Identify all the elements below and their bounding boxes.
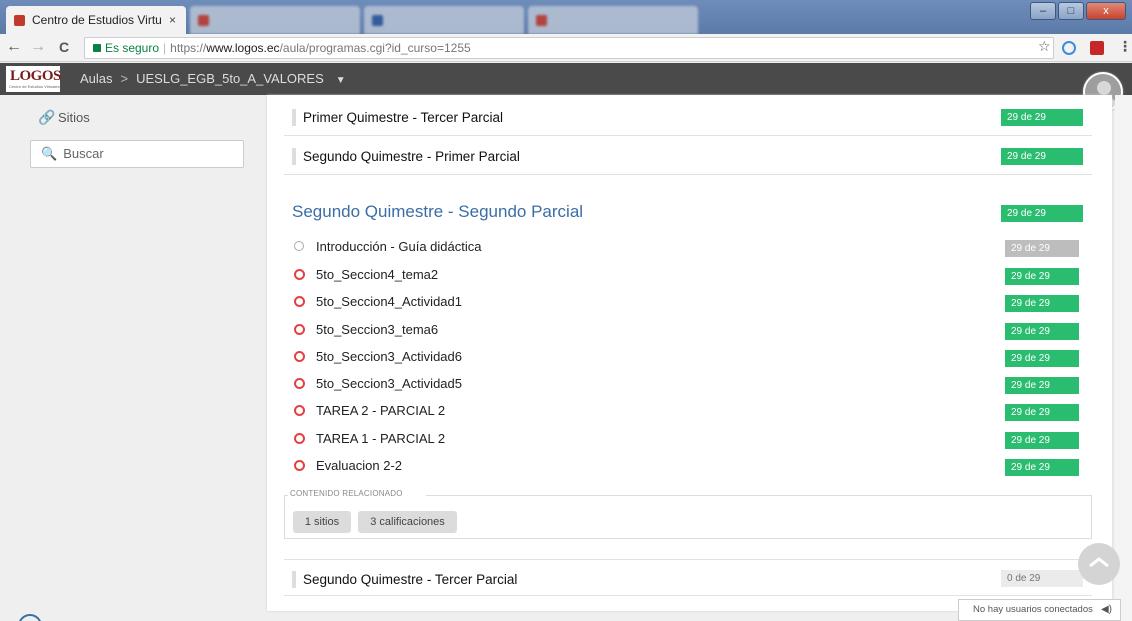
browser-tab[interactable] bbox=[190, 6, 360, 34]
circle-status-icon bbox=[294, 241, 304, 251]
circle-status-icon bbox=[294, 324, 305, 335]
progress-badge: 29 de 29 bbox=[1005, 459, 1079, 476]
speaker-icon[interactable]: ◀) bbox=[1101, 600, 1112, 620]
maximize-button[interactable]: □ bbox=[1058, 2, 1084, 20]
tab-close-icon[interactable]: × bbox=[169, 6, 176, 34]
favicon-icon bbox=[372, 15, 383, 26]
circle-status-icon bbox=[294, 269, 305, 280]
progress-badge: 0 de 29 bbox=[1001, 570, 1083, 587]
item-label[interactable]: Evaluacion 2-2 bbox=[316, 458, 402, 473]
browser-titlebar: Centro de Estudios Virtu × – □ x bbox=[0, 0, 1132, 34]
logo-text: LOGOS bbox=[10, 68, 61, 84]
circle-status-icon bbox=[294, 460, 305, 471]
progress-badge: 29 de 29 bbox=[1001, 109, 1083, 126]
browser-tab[interactable] bbox=[528, 6, 698, 34]
section-bar bbox=[292, 109, 296, 126]
url-scheme: https:// bbox=[170, 41, 207, 55]
circle-status-icon bbox=[294, 351, 305, 362]
favicon-icon bbox=[14, 15, 25, 26]
url-path: /aula/programas.cgi?id_curso=1255 bbox=[279, 41, 471, 55]
extension-icon[interactable] bbox=[1062, 41, 1076, 55]
forward-arrow-icon[interactable]: → bbox=[28, 38, 48, 56]
related-grades-button[interactable]: 3 calificaciones bbox=[358, 511, 457, 533]
logo[interactable]: LOGOS Centro de Estudios Virtuales bbox=[6, 66, 61, 92]
item-label[interactable]: 5to_Seccion3_Actividad6 bbox=[316, 349, 462, 364]
item-label[interactable]: 5to_Seccion4_tema2 bbox=[316, 267, 438, 282]
lock-icon bbox=[93, 44, 101, 52]
logo-subtitle: Centro de Estudios Virtuales bbox=[9, 84, 60, 89]
address-bar: ← → C Es seguro | https://www.logos.ec/aul… bbox=[0, 34, 1132, 62]
item-label[interactable]: Introducción - Guía didáctica bbox=[316, 239, 481, 254]
section-title[interactable]: Segundo Quimestre - Tercer Parcial bbox=[303, 572, 517, 587]
course-content-panel: Primer Quimestre - Tercer Parcial 29 de … bbox=[267, 95, 1112, 611]
window-controls: – □ x bbox=[1030, 2, 1126, 20]
online-users-status[interactable]: No hay usuarios conectados ◀) bbox=[958, 599, 1121, 621]
close-window-button[interactable]: x bbox=[1086, 2, 1126, 20]
breadcrumb-root[interactable]: Aulas bbox=[80, 71, 113, 86]
scroll-to-top-button[interactable] bbox=[1078, 543, 1120, 585]
chevron-up-icon bbox=[1089, 557, 1109, 567]
search-icon: 🔍 bbox=[41, 146, 58, 161]
section-row[interactable]: Primer Quimestre - Tercer Parcial 29 de … bbox=[284, 98, 1092, 136]
item-label[interactable]: 5to_Seccion4_Actividad1 bbox=[316, 294, 462, 309]
search-input[interactable]: 🔍 Buscar bbox=[30, 140, 244, 168]
breadcrumb-current[interactable]: UESLG_EGB_5to_A_VALORES bbox=[136, 71, 324, 86]
section-title[interactable]: Primer Quimestre - Tercer Parcial bbox=[303, 110, 503, 125]
search-placeholder: Buscar bbox=[63, 146, 104, 161]
circle-status-icon bbox=[294, 405, 305, 416]
extension-icon[interactable] bbox=[1090, 41, 1104, 55]
chevron-right-icon: > bbox=[120, 71, 129, 86]
favicon-icon bbox=[536, 15, 547, 26]
section-row[interactable]: Segundo Quimestre - Primer Parcial 29 de… bbox=[284, 137, 1092, 175]
section-bar bbox=[292, 148, 296, 165]
caret-down-icon[interactable]: ▼ bbox=[336, 75, 346, 86]
related-sites-button[interactable]: 1 sitios bbox=[293, 511, 351, 533]
related-content-legend: CONTENIDO RELACIONADO bbox=[288, 489, 405, 498]
tab-title: Centro de Estudios Virtu bbox=[32, 13, 162, 27]
progress-badge: 29 de 29 bbox=[1001, 205, 1083, 222]
progress-badge: 29 de 29 bbox=[1005, 323, 1079, 340]
section-row[interactable]: Segundo Quimestre - Tercer Parcial 0 de … bbox=[284, 559, 1092, 596]
reload-icon[interactable]: C bbox=[54, 39, 74, 55]
url-host: www.logos.ec bbox=[206, 41, 280, 55]
circle-status-icon bbox=[294, 296, 305, 307]
progress-badge: 29 de 29 bbox=[1005, 377, 1079, 394]
back-arrow-icon[interactable]: ← bbox=[4, 38, 24, 56]
section-title[interactable]: Segundo Quimestre - Primer Parcial bbox=[303, 149, 520, 164]
active-section-title[interactable]: Segundo Quimestre - Segundo Parcial bbox=[292, 202, 583, 222]
app-header: LOGOS Centro de Estudios Virtuales Aulas… bbox=[0, 63, 1132, 95]
circle-status-icon bbox=[294, 433, 305, 444]
sidebar: 🔗 Sitios 🔍 Buscar bbox=[0, 95, 267, 621]
breadcrumb: Aulas > UESLG_EGB_5to_A_VALORES ▼ bbox=[80, 63, 346, 97]
item-label[interactable]: 5to_Seccion3_tema6 bbox=[316, 322, 438, 337]
progress-badge: 29 de 29 bbox=[1005, 432, 1079, 449]
browser-tab-active[interactable]: Centro de Estudios Virtu × bbox=[6, 6, 186, 34]
minimize-button[interactable]: – bbox=[1030, 2, 1056, 20]
favicon-icon bbox=[198, 15, 209, 26]
scrollbar[interactable] bbox=[1115, 95, 1132, 621]
progress-badge: 29 de 29 bbox=[1001, 148, 1083, 165]
circle-status-icon bbox=[294, 378, 305, 389]
related-content-border bbox=[284, 495, 1092, 496]
section-bar bbox=[292, 571, 296, 588]
sidebar-item-sitios[interactable]: 🔗 Sitios bbox=[38, 109, 90, 126]
status-text: No hay usuarios conectados bbox=[973, 604, 1093, 615]
item-label[interactable]: TAREA 1 - PARCIAL 2 bbox=[316, 431, 445, 446]
secure-label: Es seguro bbox=[105, 41, 160, 55]
browser-tab[interactable] bbox=[364, 6, 524, 34]
progress-badge: 29 de 29 bbox=[1005, 404, 1079, 421]
progress-badge: 29 de 29 bbox=[1005, 268, 1079, 285]
url-input[interactable]: Es seguro | https://www.logos.ec/aula/prog… bbox=[84, 37, 1054, 59]
link-icon: 🔗 bbox=[38, 109, 56, 125]
item-label[interactable]: TAREA 2 - PARCIAL 2 bbox=[316, 403, 445, 418]
progress-badge: 29 de 29 bbox=[1005, 240, 1079, 257]
progress-badge: 29 de 29 bbox=[1005, 295, 1079, 312]
menu-kebab-icon[interactable]: ⋮ bbox=[1118, 38, 1132, 55]
sidebar-item-label: Sitios bbox=[58, 110, 90, 125]
item-label[interactable]: 5to_Seccion3_Actividad5 bbox=[316, 376, 462, 391]
progress-badge: 29 de 29 bbox=[1005, 350, 1079, 367]
bookmark-star-icon[interactable]: ☆ bbox=[1038, 38, 1051, 55]
